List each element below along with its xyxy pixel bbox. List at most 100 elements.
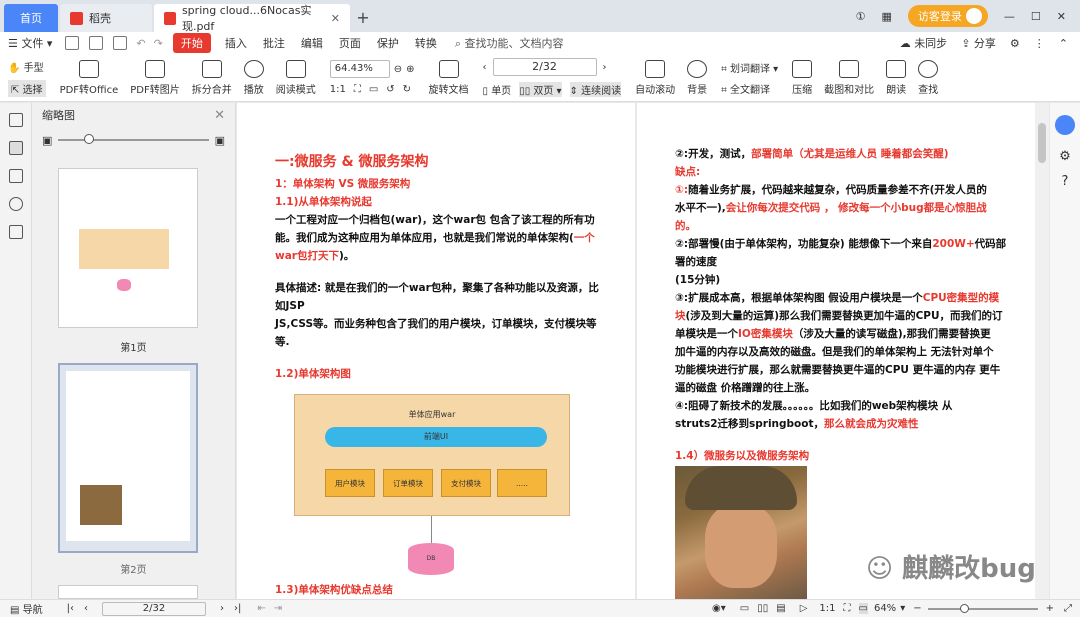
comment-icon[interactable] <box>8 169 23 183</box>
forward-icon[interactable]: ⇥ <box>274 603 282 614</box>
book-view-icon[interactable]: ▤ <box>776 603 785 614</box>
menu-file[interactable]: ☰ 文件 ▾ <box>0 35 60 51</box>
signature-icon[interactable] <box>8 225 23 239</box>
next-page-icon[interactable]: › <box>603 62 607 73</box>
minimize-icon[interactable]: — <box>1004 10 1015 23</box>
grid-icon[interactable]: ▦ <box>882 10 892 23</box>
guest-login-button[interactable]: 访客登录 <box>907 5 988 27</box>
zoom-out-status-icon[interactable]: − <box>913 603 921 614</box>
rotate-doc-button[interactable]: 旋转文档 <box>423 54 475 102</box>
read-aloud-button[interactable]: 朗读 <box>880 54 912 102</box>
single-view-icon[interactable]: ▭ <box>740 603 749 614</box>
maximize-icon[interactable]: ☐ <box>1031 10 1041 23</box>
background-button[interactable]: 背景 <box>681 54 713 102</box>
scroll-thumb[interactable] <box>1038 123 1046 163</box>
double-view-icon[interactable]: ▯▯ <box>757 603 768 614</box>
fullscreen-icon[interactable]: ⤢ <box>1064 603 1072 614</box>
play-status-icon[interactable]: ▷ <box>800 603 808 614</box>
assistant-icon[interactable] <box>1055 115 1075 135</box>
zoom-slider[interactable] <box>927 603 1038 613</box>
pdf-to-image-button[interactable]: PDF转图片 <box>124 54 185 102</box>
hand-tool[interactable]: ✋ 手型 <box>8 59 46 74</box>
more-icon[interactable]: ⋮ <box>1034 37 1045 50</box>
page-count-icon[interactable]: ① <box>856 10 866 23</box>
menu-protect[interactable]: 保护 <box>369 35 407 51</box>
first-page-icon[interactable]: |‹ <box>67 603 74 614</box>
zoom-status[interactable]: 64% <box>874 603 896 614</box>
settings-icon[interactable]: ⚙ <box>1010 37 1020 50</box>
tab-document[interactable]: spring cloud...6Nocas实现.pdf ✕ <box>154 4 350 33</box>
play-button[interactable]: 播放 <box>238 54 270 102</box>
menu-annotate[interactable]: 批注 <box>255 35 293 51</box>
page-input[interactable]: 2/32 <box>492 58 597 76</box>
nav-button[interactable]: ▤ 导航 <box>10 601 43 616</box>
new-tab-button[interactable]: + <box>350 4 376 32</box>
back-icon[interactable]: ⇤ <box>257 603 265 614</box>
menu-insert[interactable]: 插入 <box>217 35 255 51</box>
eye-mode-icon[interactable]: ◉▾ <box>712 603 726 614</box>
collapse-icon[interactable]: ⌃ <box>1059 37 1068 50</box>
thumbnail-size-slider[interactable]: ▣ ▣ <box>32 127 235 153</box>
zoom-in-status-icon[interactable]: + <box>1046 603 1054 614</box>
redo-icon[interactable]: ↷ <box>154 37 163 50</box>
single-page-button[interactable]: ▯ 单页 <box>483 82 512 97</box>
close-window-icon[interactable]: ✕ <box>1057 10 1066 23</box>
word-translate-button[interactable]: ⌗ 划词翻译 ▾ <box>721 60 778 75</box>
pdf-to-office-button[interactable]: PDF转Office <box>54 54 125 102</box>
menu-page[interactable]: 页面 <box>331 35 369 51</box>
open-icon[interactable] <box>65 36 80 50</box>
undo-icon[interactable]: ↶ <box>136 37 145 50</box>
prev-page-status-icon[interactable]: ‹ <box>84 603 88 614</box>
zoom-dropdown-icon[interactable]: ▾ <box>900 603 905 614</box>
sync-status[interactable]: ☁ 未同步 <box>900 35 948 51</box>
attachment-icon[interactable] <box>8 197 23 211</box>
tab-daoke[interactable]: 稻壳 <box>60 4 152 32</box>
tab-home[interactable]: 首页 <box>4 4 58 32</box>
read-mode-button[interactable]: 阅读模式 <box>270 54 322 102</box>
menu-start[interactable]: 开始 <box>172 33 211 53</box>
prev-page-icon[interactable]: ‹ <box>483 62 487 73</box>
close-panel-icon[interactable]: ✕ <box>214 108 225 123</box>
help-icon[interactable]: ? <box>1050 174 1080 189</box>
search-box[interactable]: ⌕ 查找功能、文档内容 <box>455 35 564 51</box>
print-icon[interactable] <box>113 36 128 50</box>
zoom-out-icon[interactable]: ⊖ <box>394 64 402 75</box>
thumbnail-page-2[interactable] <box>58 363 198 553</box>
thumbnail-page-1[interactable] <box>58 168 198 328</box>
fit-page-icon[interactable]: ⛶ <box>354 84 361 95</box>
next-page-status-icon[interactable]: › <box>220 603 224 614</box>
fit-width-status-icon[interactable]: ▭ <box>858 603 868 614</box>
auto-scroll-button[interactable]: 自动滚动 <box>629 54 681 102</box>
zoom-combo[interactable]: 64.43% <box>329 60 390 78</box>
vertical-scrollbar[interactable] <box>1035 103 1049 599</box>
select-tool[interactable]: ⇱ 选择 <box>8 79 46 97</box>
actual-size-icon[interactable]: 1:1 <box>330 84 346 95</box>
fit-status-icon[interactable]: ⛶ <box>844 603 851 614</box>
rotate-right-icon[interactable]: ↻ <box>403 84 411 95</box>
zoom-slider-knob[interactable] <box>959 603 969 613</box>
compress-button[interactable]: 压缩 <box>786 54 818 102</box>
menu-convert[interactable]: 转换 <box>407 35 445 51</box>
last-page-icon[interactable]: ›| <box>234 603 241 614</box>
thumbnail-icon[interactable] <box>8 141 23 155</box>
split-merge-button[interactable]: 拆分合并 <box>186 54 238 102</box>
bookmark-icon[interactable] <box>8 113 23 127</box>
fit-width-icon[interactable]: ▭ <box>369 84 378 95</box>
slider-knob[interactable] <box>84 134 95 144</box>
share-button[interactable]: ⇪ 分享 <box>961 35 996 51</box>
actual-size-status-icon[interactable]: 1:1 <box>819 603 835 614</box>
close-tab-icon[interactable]: ✕ <box>331 12 340 25</box>
full-translate-button[interactable]: ⌗ 全文翻译 <box>721 81 778 96</box>
continuous-read-button[interactable]: ⇕ 连续阅读 <box>569 82 622 97</box>
thumbnail-page-3[interactable] <box>58 585 198 599</box>
full-translate-label: 全文翻译 <box>729 84 770 96</box>
save-icon[interactable] <box>89 36 104 50</box>
status-page-input[interactable]: 2/32 <box>102 601 207 616</box>
zoom-in-icon[interactable]: ⊕ <box>406 64 414 75</box>
find-button[interactable]: 查找 <box>912 54 944 102</box>
double-page-button[interactable]: ▯▯ 双页 ▾ <box>519 82 562 97</box>
settings-sliders-icon[interactable]: ⚙ <box>1050 149 1080 164</box>
screenshot-button[interactable]: 截图和对比 <box>818 54 880 102</box>
rotate-left-icon[interactable]: ↺ <box>386 84 394 95</box>
menu-edit[interactable]: 编辑 <box>293 35 331 51</box>
